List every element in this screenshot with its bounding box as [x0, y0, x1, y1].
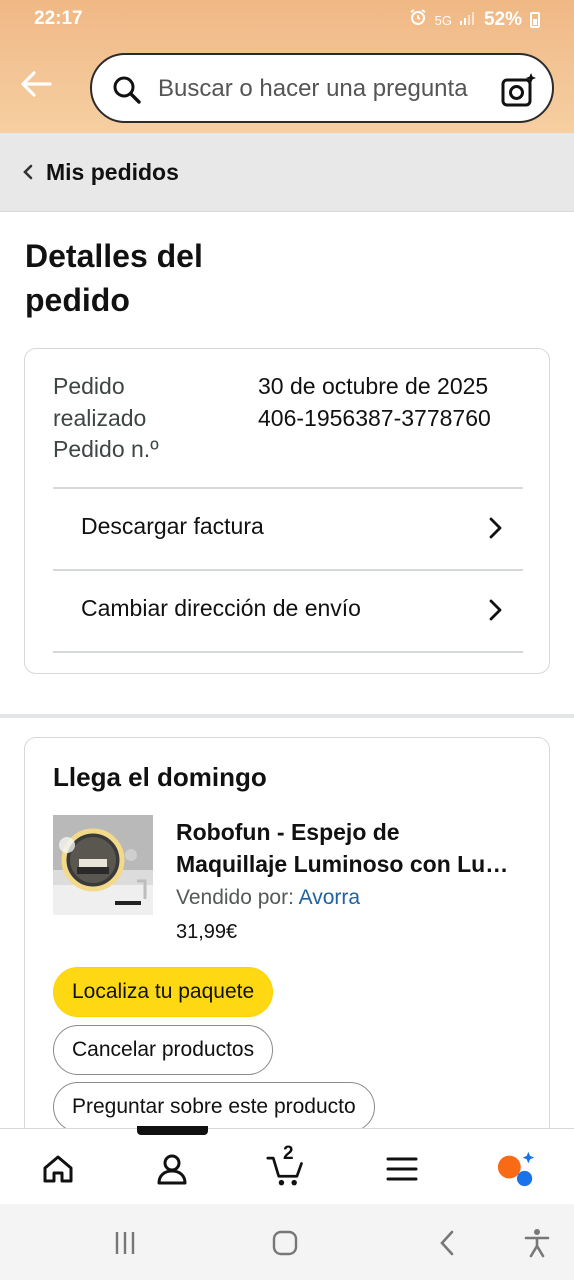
order-meta-labels: Pedido realizado Pedido n.º — [53, 371, 223, 466]
rufus-icon[interactable] — [496, 1149, 536, 1189]
chevron-left-icon — [22, 163, 34, 181]
alarm-icon — [409, 8, 427, 32]
network-type: 5G — [434, 12, 452, 28]
product-name[interactable]: Robofun - Espejo de Maquillaje Luminoso … — [176, 816, 516, 880]
download-invoice-label: Descargar factura — [81, 513, 264, 539]
divider — [53, 651, 523, 653]
cancel-items-button[interactable]: Cancelar productos — [53, 1025, 274, 1075]
order-date-label: Pedido realizado — [53, 373, 147, 431]
order-info-card: Pedido realizado Pedido n.º 30 de octubr… — [24, 348, 550, 674]
signal-icon — [459, 9, 476, 31]
home-button-icon[interactable] — [268, 1226, 302, 1260]
account-icon[interactable] — [152, 1149, 192, 1189]
chevron-right-icon — [487, 515, 503, 541]
change-address-link[interactable]: Cambiar dirección de envío — [53, 571, 523, 651]
back-arrow-icon[interactable] — [18, 66, 54, 102]
seller-link[interactable]: Avorra — [299, 886, 360, 909]
breadcrumb-label[interactable]: Mis pedidos — [46, 159, 179, 186]
status-icons: 5G 52% — [409, 8, 540, 32]
download-invoice-link[interactable]: Descargar factura — [53, 489, 523, 569]
order-meta-values: 30 de octubre de 2025 406-1956387-377876… — [258, 371, 533, 434]
shipment-card: Llega el domingo Robofun - Espejo de Maq… — [24, 737, 550, 1157]
camera-search-icon[interactable] — [500, 71, 538, 109]
product-price: 31,99€ — [176, 921, 238, 943]
breadcrumb[interactable]: Mis pedidos — [0, 133, 574, 212]
seller-label: Vendido por: — [176, 886, 294, 909]
status-time: 22:17 — [34, 8, 83, 29]
arrival-heading: Llega el domingo — [53, 762, 267, 792]
menu-icon[interactable] — [382, 1149, 422, 1189]
back-button-icon[interactable] — [430, 1226, 464, 1260]
system-nav-bar — [0, 1204, 574, 1280]
product-image[interactable] — [53, 815, 153, 915]
change-address-label: Cambiar dirección de envío — [81, 595, 361, 621]
page-title: Detalles del pedido — [25, 238, 203, 318]
search-icon — [112, 75, 142, 105]
app-header: 22:17 5G 52% Buscar o hacer una pregunta — [0, 0, 574, 133]
battery-icon — [530, 12, 540, 28]
bottom-nav: 2 — [0, 1128, 574, 1204]
chevron-right-icon — [487, 597, 503, 623]
home-icon[interactable] — [38, 1149, 78, 1189]
section-separator — [0, 714, 574, 718]
order-date-value: 30 de octubre de 2025 — [258, 373, 489, 399]
cart-icon[interactable]: 2 — [266, 1143, 306, 1189]
track-package-button[interactable]: Localiza tu paquete — [53, 967, 274, 1017]
cart-count: 2 — [283, 1143, 294, 1164]
search-input[interactable]: Buscar o hacer una pregunta — [158, 75, 488, 103]
search-bar[interactable]: Buscar o hacer una pregunta — [90, 53, 554, 123]
status-bar: 22:17 5G 52% — [0, 0, 574, 38]
battery-percent: 52% — [483, 9, 522, 30]
order-number-label: Pedido n.º — [53, 436, 159, 462]
accessibility-icon[interactable] — [520, 1226, 554, 1260]
recent-apps-icon[interactable] — [108, 1226, 142, 1260]
seller-info: Vendido por: Avorra — [176, 886, 360, 910]
order-number-value: 406-1956387-3778760 — [258, 404, 491, 431]
product-title[interactable]: Robofun - Espejo de Maquillaje Luminoso … — [176, 816, 516, 880]
active-tab-indicator — [137, 1126, 208, 1135]
ask-product-button[interactable]: Preguntar sobre este producto — [53, 1082, 375, 1132]
